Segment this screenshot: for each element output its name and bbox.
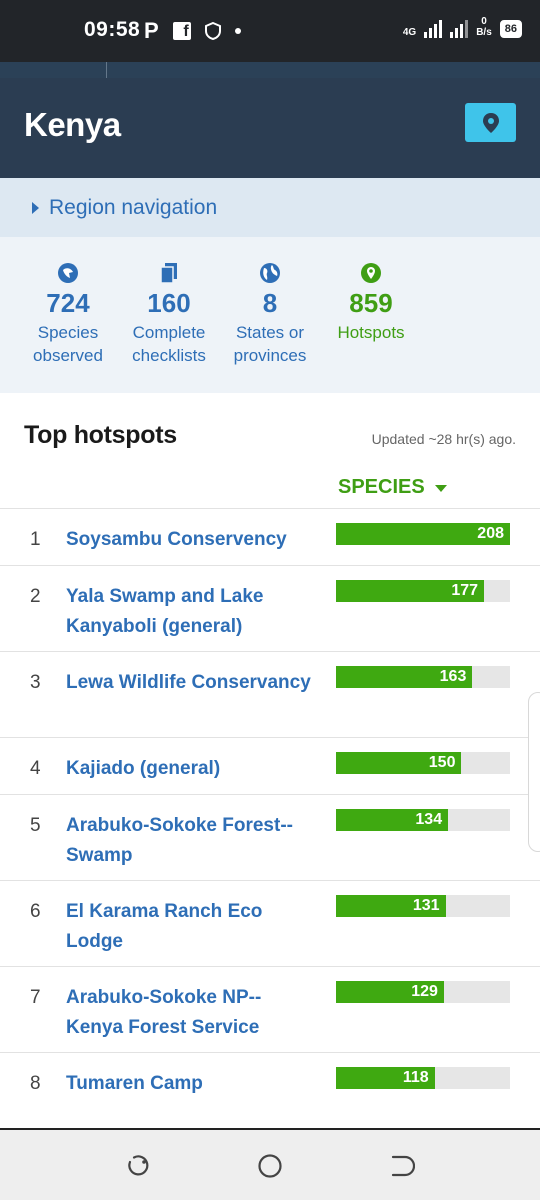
species-count-fill: 129 [336,981,444,1003]
hotspot-rank: 8 [30,1073,41,1094]
stat-checklists-value: 160 [147,288,191,318]
species-count-bar: 163 [336,666,510,688]
shield-icon [204,22,221,40]
network-type: 4G [402,27,417,38]
species-count-fill: 118 [336,1067,435,1089]
species-count-bar: 129 [336,981,510,1003]
speed-unit: B/s [476,27,492,38]
hotspot-icon [321,261,421,285]
caret-right-icon [32,201,39,214]
section-title: Top hotspots [24,421,177,449]
region-navigation-toggle[interactable]: Region navigation [0,178,540,237]
hotspot-name-link[interactable]: El Karama Ranch Eco Lodge [66,897,316,957]
hotspot-row[interactable]: 4 Kajiado (general) 150 [0,737,540,794]
species-count-fill: 163 [336,666,473,688]
stat-species-label: Species observed [33,323,103,365]
status-icons-left: P f [144,18,241,44]
hotspot-name-link[interactable]: Tumaren Camp [66,1069,316,1099]
hotspot-rank: 7 [30,987,41,1008]
facebook-icon: f [172,22,191,40]
signal-icon [424,18,443,38]
dot-icon [234,28,241,34]
hotspot-name-link[interactable]: Soysambu Conservency [66,525,316,555]
hotspot-rank: 2 [30,586,41,607]
stat-hotspots[interactable]: 859 Hotspots [321,261,421,344]
status-icons-right: 4G 0 B/s 86 [403,16,522,38]
speed-value: 0 [481,16,487,27]
system-nav-bar [0,1128,540,1200]
species-icon [18,261,118,285]
status-time: 09:58 [84,18,141,41]
map-button[interactable] [465,103,516,142]
side-panel-handle[interactable] [528,692,540,852]
region-stats: 724 Species observed 160 Complete checklis… [0,237,540,393]
hotspot-name-link[interactable]: Arabuko-Sokoke Forest--Swamp [66,811,316,871]
species-count-bar: 208 [336,523,510,545]
stat-hotspots-label: Hotspots [337,323,405,342]
species-count-bar: 131 [336,895,510,917]
stat-checklists-label: Complete checklists [132,323,206,365]
hotspot-name-link[interactable]: Yala Swamp and Lake Kanyaboli (general) [66,582,316,642]
header-top-strip [0,62,540,78]
species-count-fill: 177 [336,580,485,602]
hotspot-rank: 3 [30,672,41,693]
stat-species[interactable]: 724 Species observed [18,261,118,367]
region-header: Kenya [0,78,540,178]
species-sort-label: SPECIES [338,476,425,498]
hotspot-name-link[interactable]: Lewa Wildlife Conservancy [66,668,316,698]
hotspot-list: 1 Soysambu Conservency 208 2 Yala Swamp and … [0,508,540,1109]
species-count-bar: 134 [336,809,510,831]
updated-timestamp: Updated ~28 hr(s) ago. [371,431,516,447]
page-title: Kenya [24,106,121,143]
hotspot-rank: 5 [30,815,41,836]
stat-hotspots-value: 859 [349,288,393,318]
signal-icon-2 [450,18,469,38]
species-count-bar: 177 [336,580,510,602]
stat-states-label: States or provinces [233,323,307,365]
hotspot-row[interactable]: 5 Arabuko-Sokoke Forest--Swamp 134 [0,794,540,880]
hotspot-row[interactable]: 1 Soysambu Conservency 208 [0,508,540,565]
hotspot-rank: 6 [30,901,41,922]
species-count-fill: 208 [336,523,510,545]
stat-states[interactable]: 8 States or provinces [220,261,320,367]
p-icon: P [144,18,159,43]
status-bar: 09:58 P f 4G 0 B/s 86 [0,0,540,62]
speed-icon: 0 B/s [476,16,492,38]
recents-icon[interactable] [124,1152,152,1180]
checklist-icon [119,261,219,285]
hotspot-rank: 4 [30,758,41,779]
hotspot-name-link[interactable]: Arabuko-Sokoke NP--Kenya Forest Service [66,983,316,1043]
stat-checklists[interactable]: 160 Complete checklists [119,261,219,367]
stat-species-value: 724 [46,288,90,318]
hotspot-rank: 1 [30,529,41,550]
location-pin-icon [482,112,499,133]
caret-down-icon [434,485,447,492]
hotspot-row[interactable]: 7 Arabuko-Sokoke NP--Kenya Forest Service… [0,966,540,1052]
hotspot-name-link[interactable]: Kajiado (general) [66,754,316,784]
strip-divider [106,62,107,78]
stat-states-value: 8 [262,288,278,318]
species-count-fill: 131 [336,895,446,917]
hotspot-row[interactable]: 6 El Karama Ranch Eco Lodge 131 [0,880,540,966]
home-icon[interactable] [256,1152,284,1180]
globe-icon [220,261,320,285]
species-count-fill: 134 [336,809,449,831]
hotspot-row[interactable]: 3 Lewa Wildlife Conservancy 163 [0,651,540,737]
species-sort-button[interactable]: SPECIES [338,476,447,499]
hotspot-row[interactable]: 8 Tumaren Camp 118 [0,1052,540,1109]
region-navigation-label: Region navigation [49,195,218,219]
species-count-fill: 150 [336,752,462,774]
species-count-bar: 150 [336,752,510,774]
species-count-bar: 118 [336,1067,510,1089]
back-icon[interactable] [388,1152,416,1180]
battery-icon: 86 [499,20,522,38]
hotspot-row[interactable]: 2 Yala Swamp and Lake Kanyaboli (general)… [0,565,540,651]
